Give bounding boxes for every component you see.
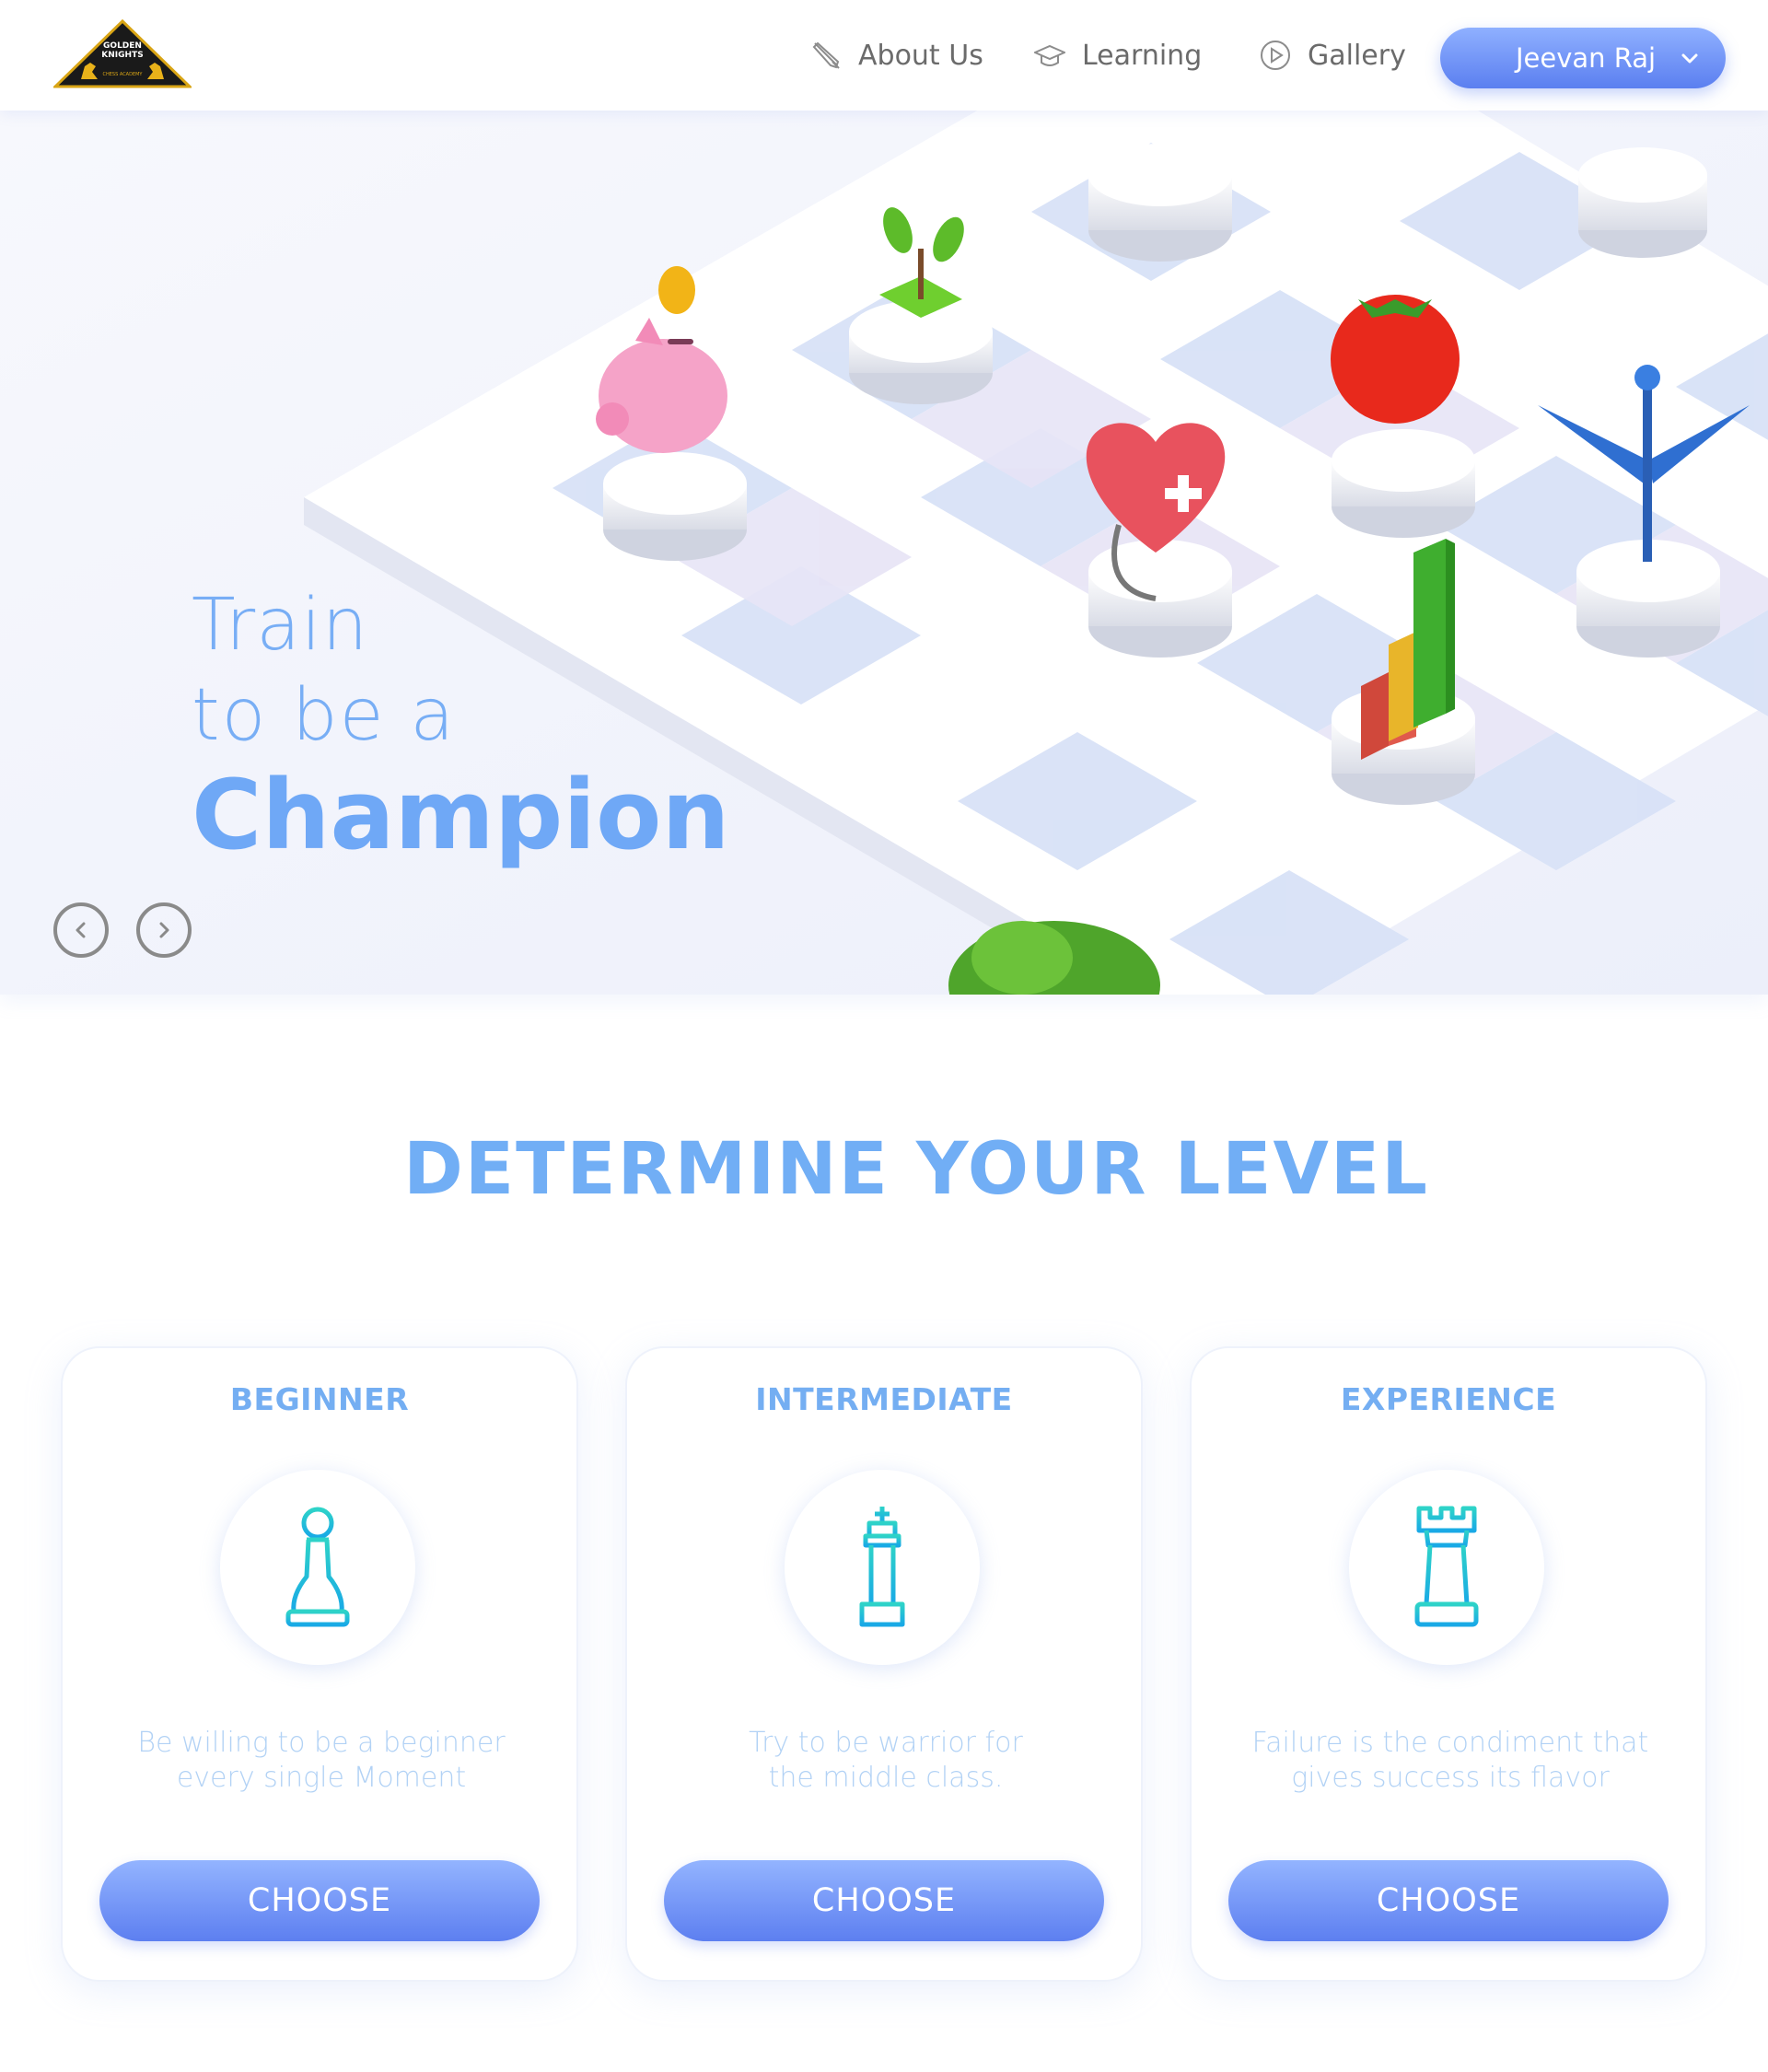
nav-learning[interactable]: Learning bbox=[1034, 0, 1202, 111]
chevron-right-icon bbox=[159, 922, 169, 938]
chess-rook-icon bbox=[1414, 1506, 1479, 1627]
nav-item-about[interactable]: About Us bbox=[810, 40, 983, 72]
level-description: Be willing to be a beginner every single… bbox=[99, 1726, 543, 1796]
play-circle-icon bbox=[1261, 41, 1290, 70]
level-title: INTERMEDIATE bbox=[755, 1381, 1013, 1417]
nav-label-gallery: Gallery bbox=[1308, 39, 1406, 72]
level-desc-line: Try to be warrior for bbox=[749, 1727, 1023, 1759]
level-title: BEGINNER bbox=[229, 1381, 410, 1417]
chevron-left-icon bbox=[76, 922, 86, 938]
level-card-experience: EXPERIENCE Failure is the condiment that… bbox=[1190, 1346, 1707, 1982]
level-description: Failure is the condiment that gives succ… bbox=[1228, 1726, 1672, 1796]
quill-icon bbox=[812, 41, 840, 69]
svg-text:CHESS ACADEMY: CHESS ACADEMY bbox=[103, 72, 144, 77]
piece-icon-circle bbox=[1349, 1470, 1544, 1665]
section-title: DETERMINE YOUR LEVEL bbox=[403, 1128, 1429, 1211]
site-header: GOLDEN KNIGHTS CHESS ACADEMY About Us Le… bbox=[0, 0, 1768, 111]
nav-about-us[interactable]: About Us bbox=[810, 0, 983, 111]
nav-label-learning: Learning bbox=[1082, 39, 1203, 72]
level-desc-line: the middle class. bbox=[768, 1762, 1004, 1794]
choose-beginner-button[interactable]: CHOOSE bbox=[99, 1860, 540, 1941]
hero-line-to-be-a: to be a bbox=[192, 674, 457, 757]
level-desc-line: every single Moment bbox=[176, 1762, 467, 1794]
level-card-intermediate: INTERMEDIATE Try to be warrior for the m… bbox=[625, 1346, 1143, 1982]
chess-king-icon bbox=[859, 1507, 905, 1627]
svg-text:KNIGHTS: KNIGHTS bbox=[101, 51, 143, 60]
nav-item-gallery[interactable]: Gallery bbox=[1260, 40, 1406, 72]
user-name: Jeevan Raj bbox=[1516, 42, 1657, 74]
carousel-next-button[interactable] bbox=[136, 902, 192, 958]
carousel-prev-button[interactable] bbox=[53, 902, 109, 958]
piece-icon-circle bbox=[220, 1470, 415, 1665]
nav-label-about: About Us bbox=[858, 39, 983, 72]
level-title: EXPERIENCE bbox=[1340, 1381, 1557, 1417]
golden-knights-logo[interactable]: GOLDEN KNIGHTS CHESS ACADEMY bbox=[53, 18, 192, 90]
hero-line-champion: Champion bbox=[192, 759, 730, 871]
level-desc-line: gives success its flavor bbox=[1291, 1762, 1610, 1794]
choose-intermediate-button[interactable]: CHOOSE bbox=[664, 1860, 1104, 1941]
user-menu-button[interactable]: Jeevan Raj bbox=[1440, 28, 1726, 88]
level-desc-line: Failure is the condiment that bbox=[1251, 1727, 1649, 1759]
hero-headline: Train to be a Champion bbox=[192, 580, 730, 869]
nav-item-learning[interactable]: Learning bbox=[1034, 40, 1202, 72]
chess-pawn-icon bbox=[285, 1507, 350, 1627]
nav-gallery[interactable]: Gallery bbox=[1260, 0, 1406, 111]
hero-banner: Train to be a Champion bbox=[0, 111, 1768, 995]
level-description: Try to be warrior for the middle class. bbox=[664, 1726, 1108, 1796]
choose-experience-button[interactable]: CHOOSE bbox=[1228, 1860, 1669, 1941]
level-desc-line: Be willing to be a beginner bbox=[137, 1727, 506, 1759]
chevron-down-icon bbox=[1681, 53, 1698, 64]
svg-text:GOLDEN: GOLDEN bbox=[103, 41, 142, 51]
hero-line-train: Train bbox=[192, 584, 369, 667]
level-card-beginner: BEGINNER Be willing to be a beginner eve… bbox=[61, 1346, 578, 1982]
tomato-figure bbox=[1331, 295, 1460, 424]
graduation-cap-icon bbox=[1034, 44, 1065, 66]
piece-icon-circle bbox=[785, 1470, 980, 1665]
